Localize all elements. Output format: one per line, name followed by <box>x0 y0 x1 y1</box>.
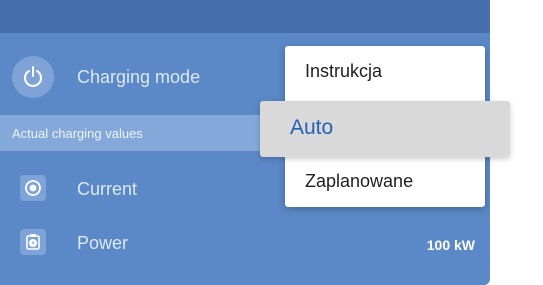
top-bar <box>0 0 490 33</box>
current-icon-box <box>20 175 46 201</box>
current-icon <box>25 180 41 196</box>
power-value: 100 kW <box>426 237 475 253</box>
power-plug-icon-box <box>20 229 46 255</box>
metric-row-power: Power 100 kW <box>0 224 490 260</box>
section-title: Actual charging values <box>12 126 143 141</box>
charging-mode-label: Charging mode <box>77 67 201 87</box>
dropdown-option-instrukcja[interactable]: Instrukcja <box>285 61 485 91</box>
option-label: Zaplanowane <box>305 171 414 191</box>
power-label: Power <box>77 233 129 253</box>
selected-option-label: Auto <box>290 116 334 139</box>
power-plug-icon <box>26 234 40 250</box>
option-label: Instrukcja <box>305 61 383 81</box>
current-label: Current <box>77 179 138 199</box>
dropdown-option-zaplanowane[interactable]: Zaplanowane <box>285 171 485 201</box>
dropdown-option-auto[interactable]: Auto <box>260 101 510 157</box>
power-button[interactable] <box>12 56 54 98</box>
power-icon <box>24 66 42 87</box>
